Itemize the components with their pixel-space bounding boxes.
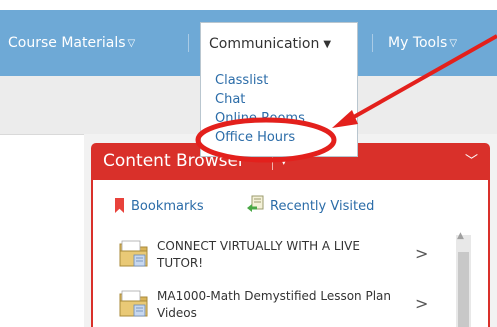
chevron-right-icon[interactable]: >	[415, 294, 428, 313]
recently-visited-link[interactable]: Recently Visited	[270, 199, 374, 214]
list-item[interactable]: MA1000-Math Demystified Lesson Plan Vide…	[119, 288, 449, 324]
left-panel	[0, 134, 84, 327]
list-item[interactable]: CONNECT VIRTUALLY WITH A LIVE TUTOR! >	[119, 238, 449, 274]
menu-item-chat[interactable]: Chat	[215, 92, 245, 107]
list-item-title: MA1000-Math Demystified Lesson Plan Vide…	[157, 289, 391, 320]
nav-communication[interactable]: Communication ▼	[200, 22, 358, 66]
nav-communication-label: Communication	[209, 36, 320, 52]
scrollbar-thumb[interactable]	[458, 252, 469, 327]
list-item-title: CONNECT VIRTUALLY WITH A LIVE TUTOR!	[157, 239, 360, 270]
bookmark-icon	[115, 198, 124, 213]
nav-course-materials-label: Course Materials	[8, 35, 126, 51]
chevron-down-icon: ▽	[449, 38, 458, 49]
nav-my-tools[interactable]: My Tools ▽	[388, 10, 457, 76]
folder-icon	[119, 240, 148, 267]
bookmarks-link[interactable]: Bookmarks	[131, 199, 204, 214]
nav-divider	[372, 34, 373, 52]
chevron-down-icon: ▽	[127, 38, 136, 49]
recently-visited-icon	[247, 195, 264, 212]
content-browser-widget: Content Browser ▾ ﹀ Bookmarks Recently V…	[91, 143, 490, 327]
menu-item-classlist[interactable]: Classlist	[215, 73, 268, 88]
nav-my-tools-label: My Tools	[388, 35, 448, 51]
nav-divider	[188, 34, 189, 52]
chevron-down-icon: ▼	[323, 39, 332, 50]
chevron-right-icon[interactable]: >	[415, 244, 428, 263]
folder-icon	[119, 290, 148, 317]
collapse-chevron-icon[interactable]: ﹀	[465, 143, 478, 180]
scroll-up-arrow-icon[interactable]: ▲	[457, 231, 464, 241]
nav-course-materials[interactable]: Course Materials ▽	[8, 10, 135, 76]
menu-item-office-hours[interactable]: Office Hours	[215, 130, 295, 145]
menu-item-online-rooms[interactable]: Online Rooms	[215, 111, 305, 126]
communication-dropdown-menu: Classlist Chat Online Rooms Office Hours	[200, 64, 358, 157]
content-browser-body: Bookmarks Recently Visited CONNECT VIRTU…	[91, 180, 490, 327]
